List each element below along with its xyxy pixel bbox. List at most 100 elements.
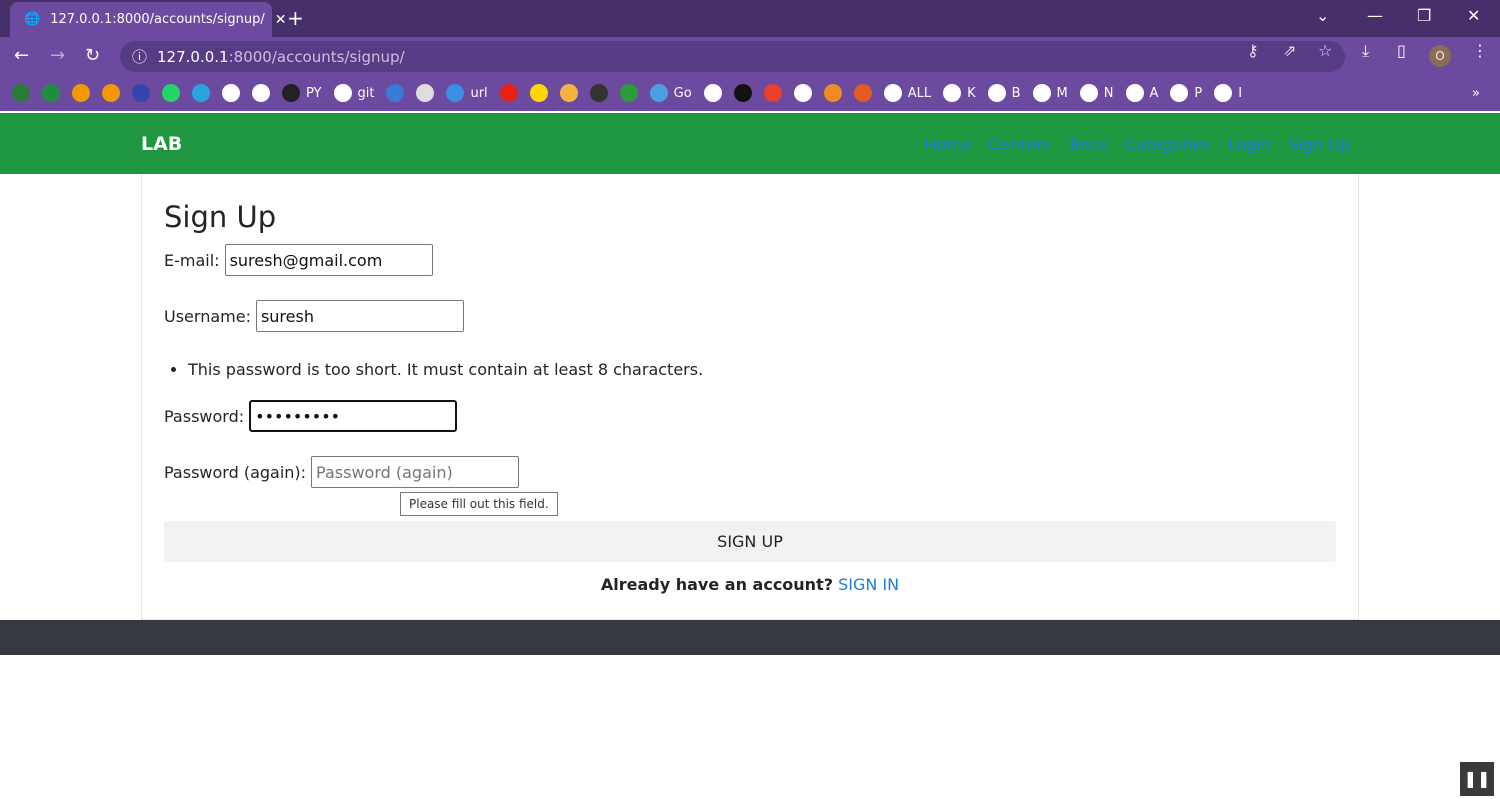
bookmark[interactable] — [619, 84, 638, 102]
bookmark[interactable] — [252, 84, 270, 102]
bookmark[interactable]: A — [1125, 84, 1159, 102]
star-icon[interactable]: ☆ — [1318, 41, 1332, 60]
forward-icon[interactable]: → — [50, 45, 65, 66]
bookmark-favicon-icon — [823, 84, 842, 102]
username-field[interactable] — [255, 300, 464, 332]
bookmark[interactable] — [763, 84, 782, 102]
bookmarks-bar: PY git url Go ALL K B M N A P I » — [0, 75, 1500, 111]
avatar[interactable]: O — [1429, 45, 1451, 67]
address-bar[interactable]: ⓘ 127.0.0.1:8000/accounts/signup/ — [120, 41, 1345, 72]
nav-centers[interactable]: Centers — [989, 135, 1051, 154]
bookmark-favicon-icon — [703, 84, 722, 102]
bookmark-label: B — [1011, 85, 1021, 101]
bookmark[interactable]: B — [987, 84, 1021, 102]
bookmark-favicon-icon — [1079, 84, 1098, 102]
bookmark[interactable] — [192, 84, 210, 102]
share-icon[interactable]: ⇗ — [1283, 41, 1296, 60]
bookmark[interactable] — [853, 84, 872, 102]
reload-icon[interactable]: ↻ — [85, 45, 100, 66]
active-tab[interactable]: 🌐 127.0.0.1:8000/accounts/signup/ ✕ — [10, 2, 286, 37]
bookmark[interactable] — [102, 84, 120, 102]
nav-login[interactable]: Login — [1228, 135, 1271, 154]
bookmark-favicon-icon — [987, 84, 1006, 102]
bookmark[interactable] — [42, 84, 60, 102]
bookmark[interactable] — [222, 84, 240, 102]
bookmark[interactable] — [529, 84, 548, 102]
bookmark-label: PY — [306, 85, 322, 101]
bookmark[interactable] — [559, 84, 578, 102]
bookmark[interactable] — [416, 84, 435, 102]
bookmark-label: url — [470, 85, 488, 101]
bookmark-favicon-icon — [763, 84, 782, 102]
nav-tests[interactable]: Tests — [1068, 135, 1108, 154]
bookmark[interactable]: M — [1032, 84, 1068, 102]
nav-home[interactable]: Home — [924, 135, 971, 154]
nav-categories[interactable]: Categories — [1125, 135, 1211, 154]
bookmark[interactable] — [733, 84, 752, 102]
password-error: This password is too short. It must cont… — [188, 360, 703, 379]
bookmark[interactable]: I — [1214, 84, 1242, 102]
bookmark[interactable] — [162, 84, 180, 102]
globe-icon: 🌐 — [24, 12, 41, 27]
bookmark-favicon-icon — [853, 84, 872, 102]
bookmark[interactable] — [386, 84, 405, 102]
more-bookmarks-icon[interactable]: » — [1472, 86, 1480, 101]
bookmark-favicon-icon — [1214, 84, 1233, 102]
bookmark-favicon-icon — [222, 84, 240, 102]
close-tab-icon[interactable]: ✕ — [275, 12, 287, 28]
bookmark[interactable]: url — [446, 84, 488, 102]
signin-link[interactable]: SIGN IN — [838, 575, 899, 594]
nav-signup[interactable]: Sign Up — [1288, 135, 1350, 154]
bookmark[interactable]: N — [1079, 84, 1114, 102]
side-panel-icon[interactable]: ▯ — [1397, 41, 1406, 60]
bookmark-favicon-icon — [883, 84, 902, 102]
bookmark[interactable]: ALL — [883, 84, 932, 102]
bookmark[interactable]: Go — [649, 84, 692, 102]
password2-field[interactable] — [311, 456, 520, 488]
bookmark[interactable]: git — [333, 84, 375, 102]
bookmark-label: ALL — [907, 85, 932, 101]
bookmark-favicon-icon — [416, 84, 435, 102]
bookmark[interactable] — [793, 84, 812, 102]
download-icon[interactable]: ⤓ — [1362, 41, 1369, 61]
signup-button[interactable]: SIGN UP — [164, 521, 1336, 562]
bookmark-label: git — [357, 85, 375, 101]
new-tab-icon[interactable]: + — [287, 6, 304, 30]
bookmark-label: A — [1149, 85, 1159, 101]
bookmark[interactable] — [132, 84, 150, 102]
bookmark-label: Go — [673, 85, 692, 101]
bookmark-label: M — [1056, 85, 1068, 101]
minimize-icon[interactable]: — — [1367, 6, 1383, 25]
password2-label: Password (again): — [164, 462, 307, 482]
bookmark[interactable] — [823, 84, 842, 102]
bookmark[interactable] — [12, 84, 30, 102]
pause-icon[interactable]: ❚❚ — [1460, 762, 1494, 796]
bookmark-favicon-icon — [102, 84, 120, 102]
bookmark[interactable] — [499, 84, 518, 102]
bookmark[interactable] — [72, 84, 90, 102]
bookmark[interactable] — [703, 84, 722, 102]
back-icon[interactable]: ← — [14, 45, 29, 66]
close-window-icon[interactable]: ✕ — [1467, 6, 1480, 25]
email-field[interactable] — [224, 244, 433, 276]
password-field[interactable] — [249, 400, 458, 432]
bookmark-favicon-icon — [499, 84, 518, 102]
menu-icon[interactable]: ⋮ — [1472, 41, 1488, 60]
page-title: Sign Up — [164, 200, 277, 234]
bookmark-favicon-icon — [793, 84, 812, 102]
bookmark[interactable]: PY — [282, 84, 322, 102]
bookmark[interactable]: P — [1170, 84, 1202, 102]
tab-search-icon[interactable]: ⌄ — [1316, 6, 1329, 25]
bookmark[interactable] — [589, 84, 608, 102]
email-label: E-mail: — [164, 250, 220, 270]
brand[interactable]: LAB — [141, 133, 182, 155]
restore-icon[interactable]: ❐ — [1417, 6, 1431, 25]
url-path: :8000/accounts/signup/ — [228, 47, 405, 66]
username-label: Username: — [164, 306, 251, 326]
tab-title: 127.0.0.1:8000/accounts/signup/ — [50, 12, 265, 27]
bookmark[interactable]: K — [943, 84, 976, 102]
bookmark-label: N — [1103, 85, 1114, 101]
tab-bar: 🌐 127.0.0.1:8000/accounts/signup/✕ + ⌄ — … — [0, 0, 1500, 37]
bookmark-favicon-icon — [649, 84, 668, 102]
key-icon[interactable]: ⚷ — [1247, 41, 1259, 60]
